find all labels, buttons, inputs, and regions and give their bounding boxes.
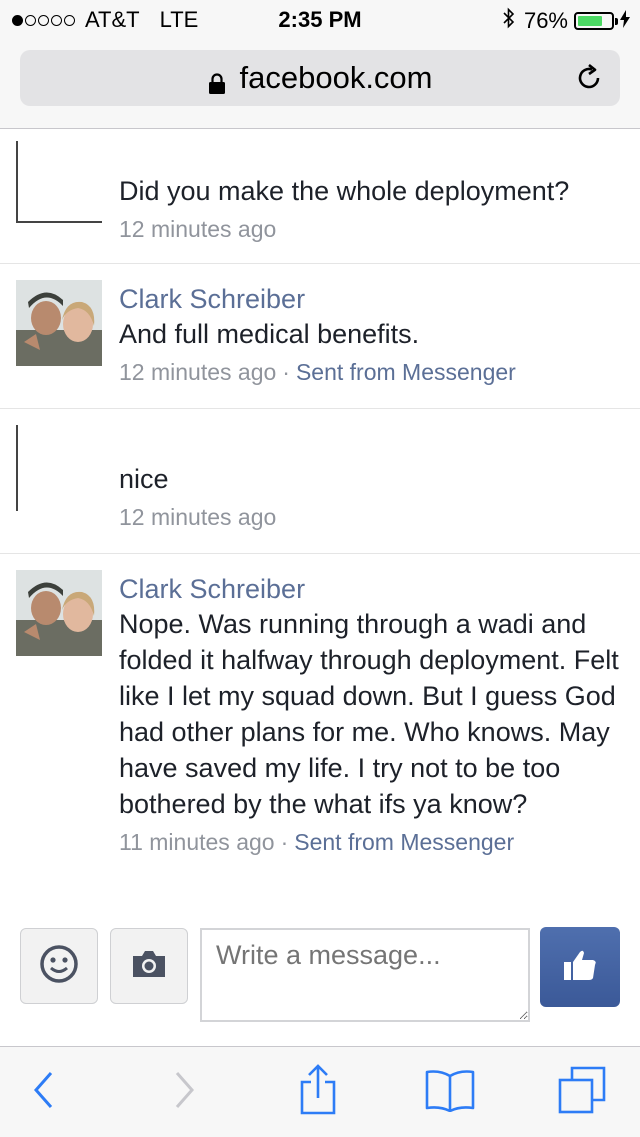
tabs-icon [557,1065,607,1120]
message-item: Did you make the whole deployment? 12 mi… [0,129,640,264]
message-timestamp: 12 minutes ago [119,359,277,385]
message-item: nice 12 minutes ago [0,409,640,554]
emoji-button[interactable] [20,928,98,1004]
battery-icon [574,12,618,30]
message-composer [0,920,640,1030]
browser-toolbar [0,1046,640,1137]
message-item: Clark Schreiber And full medical benefit… [0,264,640,409]
message-timestamp: 12 minutes ago [119,216,277,242]
share-icon [298,1063,338,1121]
message-text: And full medical benefits. [119,319,420,349]
lock-icon [208,67,226,94]
like-button[interactable] [540,927,620,1007]
status-bar: AT&T LTE 2:35 PM 76% [0,0,640,40]
browser-header: facebook.com [0,40,640,129]
reload-icon[interactable] [574,63,604,93]
sent-from-messenger-link[interactable]: Sent from Messenger [296,359,516,385]
message-timestamp: 12 minutes ago [119,504,277,530]
sent-from-messenger-link[interactable]: Sent from Messenger [294,829,514,855]
message-text: Nope. Was running through a wadi and fol… [119,609,619,819]
address-bar[interactable]: facebook.com [20,50,620,106]
sender-avatar[interactable] [16,570,102,656]
sender-name[interactable]: Clark Schreiber [119,282,624,316]
message-item: Clark Schreiber Nope. Was running throug… [0,554,640,918]
message-timestamp: 11 minutes ago [119,829,275,855]
back-button[interactable] [12,1047,76,1137]
message-text: nice [119,464,169,494]
share-button[interactable] [286,1047,350,1137]
sender-avatar[interactable] [16,280,102,366]
bookmarks-icon [424,1068,476,1117]
meta-separator: · [282,359,290,385]
thumbs-up-icon [562,948,598,987]
bluetooth-icon [502,7,516,35]
sender-name[interactable]: Clark Schreiber [119,572,624,606]
tabs-button[interactable] [550,1047,614,1137]
meta-separator: · [280,829,289,855]
camera-icon [130,949,168,984]
message-text: Did you make the whole deployment? [119,176,570,206]
forward-button[interactable] [152,1047,216,1137]
smiley-icon [39,944,79,989]
forward-chevron-icon [172,1070,196,1115]
message-thread: Did you make the whole deployment? 12 mi… [0,129,640,918]
message-input[interactable] [200,928,530,1022]
bookmarks-button[interactable] [418,1047,482,1137]
back-chevron-icon [32,1070,56,1115]
avatar-placeholder [16,425,102,511]
battery-percentage: 76% [523,8,568,33]
url-text: facebook.com [239,60,433,95]
avatar-placeholder [16,141,102,223]
camera-button[interactable] [110,928,188,1004]
charging-bolt-icon [620,9,630,33]
